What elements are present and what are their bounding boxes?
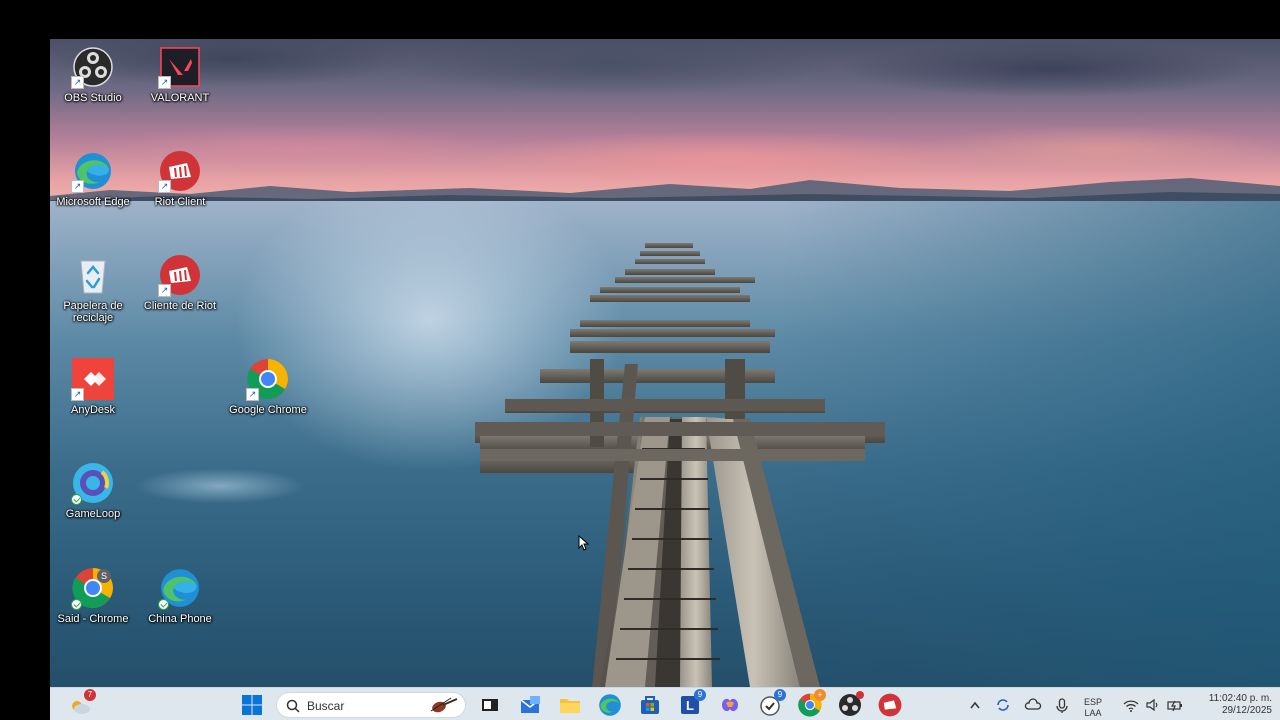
desktop-icon-gameloop[interactable]: GameLoop [50, 461, 136, 520]
sync-status-icon [158, 599, 169, 610]
speaker-icon [1146, 698, 1158, 712]
desktop-icon-obs-studio[interactable]: ↗ OBS Studio [50, 45, 136, 104]
store-icon [641, 696, 659, 714]
desktop-icon-said-chrome[interactable]: S Said - Chrome [50, 566, 136, 625]
shortcut-arrow-icon: ↗ [71, 76, 84, 89]
taskbar-app-mail[interactable] [518, 693, 542, 717]
wifi-icon [1123, 700, 1139, 712]
desktop-icon-china-phone[interactable]: China Phone [137, 566, 223, 625]
microphone-icon [1056, 698, 1068, 713]
task-view-button[interactable] [478, 693, 502, 717]
taskbar-app-copilot[interactable] [718, 693, 742, 717]
chrome-badge: + [814, 689, 826, 701]
desktop-icon-label: AnyDesk [70, 404, 116, 416]
task-view-icon [482, 699, 498, 711]
google-chrome-icon: ↗ [246, 357, 290, 401]
desktop-icon-label: GameLoop [65, 508, 121, 520]
windows-logo-icon [242, 695, 262, 715]
desktop-screen: ↗ OBS Studio ↗ VALORANT ↗ Microsoft Edge [50, 39, 1280, 720]
taskbar-app-outlook[interactable]: L 9 [678, 689, 706, 717]
search-highlight-violin-icon [430, 697, 458, 713]
mail-icon [520, 696, 540, 713]
desktop-icon-label: OBS Studio [64, 92, 122, 104]
weather-widget[interactable]: 7 [68, 689, 96, 717]
chevron-up-icon [970, 701, 980, 709]
gameloop-icon [71, 461, 115, 505]
desktop-icon-label: VALORANT [150, 92, 210, 104]
shortcut-arrow-icon: ↗ [158, 76, 171, 89]
tray-microphone-button[interactable] [1054, 693, 1070, 717]
recording-dot [856, 691, 864, 699]
taskbar-app-riot-client[interactable] [878, 693, 902, 717]
copilot-badge: 9 [774, 689, 786, 701]
svg-text:S: S [101, 571, 107, 581]
search-placeholder: Buscar [307, 699, 345, 713]
taskbar-app-security[interactable]: 9 [758, 689, 786, 717]
shortcut-arrow-icon: ↗ [158, 180, 171, 193]
show-hidden-icons-button[interactable] [968, 693, 982, 717]
cloud-icon [1024, 698, 1042, 710]
taskbar-app-chrome[interactable]: + [798, 689, 826, 717]
folder-icon [560, 699, 580, 713]
tray-cloud-icon-button[interactable] [1024, 693, 1042, 717]
desktop-icon-label: Microsoft Edge [56, 196, 130, 208]
desktop-icon-google-chrome[interactable]: ↗ Google Chrome [225, 357, 311, 416]
chrome-profile-icon: S [71, 566, 115, 610]
taskbar-clock[interactable]: 11:02:40 p. m. 29/12/2025 [1209, 693, 1272, 717]
svg-text:L: L [686, 698, 694, 713]
tray-network-button[interactable] [1122, 693, 1140, 717]
riot-client-icon [878, 693, 902, 717]
desktop-icon-label: Papelera de reciclaje [63, 300, 123, 324]
shortcut-arrow-icon: ↗ [246, 388, 259, 401]
input-language-indicator[interactable]: ESP LAA [1084, 697, 1102, 719]
shortcut-arrow-icon: ↗ [71, 180, 84, 193]
desktop-icon-microsoft-edge[interactable]: ↗ Microsoft Edge [50, 149, 136, 208]
clock-date: 29/12/2025 [1221, 705, 1272, 716]
language-layout: LAA [1084, 708, 1102, 718]
language-code: ESP [1084, 697, 1103, 707]
clock-time: 11:02:40 p. m. [1208, 693, 1272, 704]
anydesk-icon: ↗ [71, 357, 115, 401]
desktop-icon-riot-client[interactable]: ↗ Riot Client [137, 149, 223, 208]
weather-badge: 7 [84, 689, 96, 701]
taskbar-app-edge[interactable] [598, 693, 622, 717]
microsoft-edge-icon [158, 566, 202, 610]
sync-icon [997, 699, 1009, 711]
desktop-icon-label: Said - Chrome [57, 613, 129, 625]
tray-sync-icon-button[interactable] [994, 693, 1012, 717]
start-button[interactable] [240, 693, 264, 717]
outlook-badge: 9 [694, 689, 706, 701]
riot-client-icon: ↗ [158, 149, 202, 193]
copilot-icon [722, 698, 738, 712]
valorant-icon: ↗ [158, 45, 202, 89]
desktop-icon-label: Cliente de Riot [143, 300, 217, 312]
taskbar-search-box[interactable]: Buscar [276, 692, 466, 718]
tray-battery-button[interactable] [1166, 693, 1184, 717]
desktop-icon-anydesk[interactable]: ↗ AnyDesk [50, 357, 136, 416]
microsoft-edge-icon: ↗ [71, 149, 115, 193]
taskbar-app-file-explorer[interactable] [558, 693, 582, 717]
sync-status-icon [71, 599, 82, 610]
desktop-icon-recycle-bin[interactable]: Papelera de reciclaje [50, 253, 136, 324]
search-icon [286, 699, 300, 713]
taskbar-app-store[interactable] [638, 693, 662, 717]
mouse-cursor-icon [578, 535, 590, 551]
riot-client-icon: ↗ [158, 253, 202, 297]
desktop-icon-cliente-de-riot[interactable]: ↗ Cliente de Riot [137, 253, 223, 312]
desktop-icon-label: China Phone [148, 613, 212, 625]
sync-status-icon [71, 494, 82, 505]
shortcut-arrow-icon: ↗ [71, 388, 84, 401]
desktop-icon-valorant[interactable]: ↗ VALORANT [137, 45, 223, 104]
desktop-icon-label: Riot Client [154, 196, 206, 208]
microsoft-edge-icon [599, 694, 621, 716]
recycle-bin-icon [71, 253, 115, 297]
obs-studio-icon: ↗ [71, 45, 115, 89]
desktop-icon-label: Google Chrome [229, 404, 307, 416]
battery-charging-icon [1167, 700, 1182, 712]
taskbar-app-obs[interactable] [838, 691, 864, 717]
shortcut-arrow-icon: ↗ [158, 284, 171, 297]
taskbar: 7 Buscar L 9 9 + ESP LAA 11:02:40 p. m. … [50, 687, 1280, 720]
tray-volume-button[interactable] [1144, 693, 1162, 717]
